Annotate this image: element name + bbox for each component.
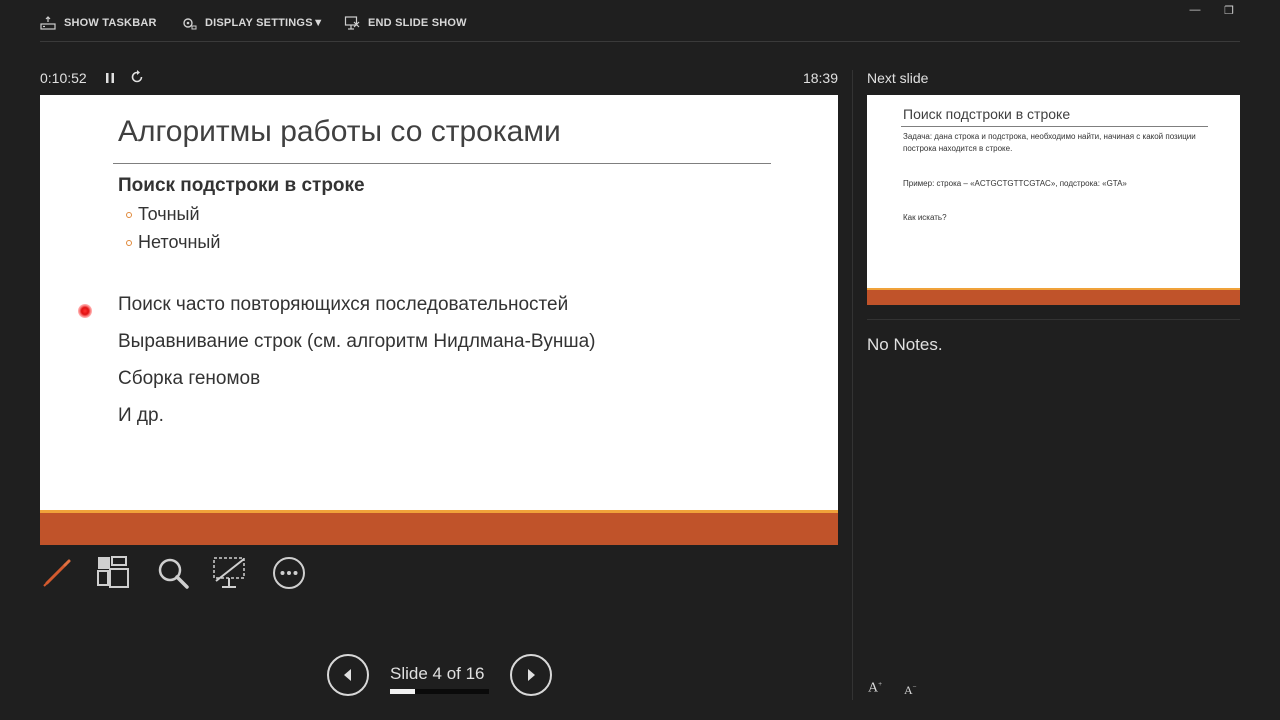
- bullet-icon: [126, 211, 132, 218]
- laser-pointer: [78, 304, 92, 318]
- see-all-slides-icon: [97, 556, 129, 588]
- plus-marker: +: [878, 680, 883, 688]
- end-slide-show-label: END SLIDE SHOW: [368, 17, 467, 29]
- current-slide[interactable]: Алгоритмы работы со строками Поиск подст…: [40, 95, 838, 545]
- elapsed-timer: 0:10:52: [40, 70, 87, 86]
- decrease-font-button[interactable]: A−: [904, 683, 917, 698]
- slide-subitem-text: Точный: [138, 204, 200, 224]
- current-time: 18:39: [802, 70, 838, 86]
- minimize-button[interactable]: —: [1186, 4, 1204, 20]
- display-settings-text: DISPLAY SETTINGS: [205, 17, 313, 29]
- restart-timer-button[interactable]: [129, 69, 145, 85]
- bullet-icon: [126, 239, 132, 246]
- next-slide-text: Задача: дана строка и подстрока, необход…: [903, 132, 1196, 153]
- see-all-slides-button[interactable]: [96, 555, 132, 591]
- triangle-right-icon: [528, 669, 535, 681]
- pause-timer-button[interactable]: [103, 70, 117, 86]
- next-slide-title: Поиск подстроки в строке: [903, 106, 1071, 122]
- slide-progress-fill: [390, 689, 415, 694]
- restart-icon: [131, 70, 143, 83]
- decrease-font-icon: A: [904, 683, 913, 697]
- display-settings-label: DISPLAY SETTINGS▼: [205, 17, 324, 29]
- notes-divider[interactable]: [867, 319, 1240, 320]
- next-slide-text: Как искать?: [903, 213, 947, 222]
- toolbar-divider: [40, 41, 1240, 42]
- slide-title: Алгоритмы работы со строками: [118, 115, 561, 148]
- slide-footer-bar: [40, 513, 838, 545]
- slide-counter[interactable]: Slide 4 of 16: [390, 664, 490, 684]
- slide-subitem: Точный: [126, 204, 365, 225]
- slide-point: Поиск часто повторяющихся последовательн…: [118, 294, 569, 315]
- more-options-icon: [273, 557, 305, 589]
- black-screen-icon: [213, 557, 245, 588]
- more-options-button[interactable]: [271, 555, 307, 591]
- slide-subitem-text: Неточный: [138, 232, 221, 252]
- slide-point: И др.: [118, 405, 164, 426]
- slide-point: Выравнивание строк (см. алгоритм Нидлман…: [118, 331, 596, 352]
- chevron-down-icon: ▼: [312, 17, 324, 29]
- presenter-toolbar: SHOW TASKBAR DISPLAY SETTINGS▼ END SLIDE…: [0, 0, 1280, 42]
- increase-font-icon: A: [868, 680, 879, 696]
- next-slide-button[interactable]: [510, 654, 552, 696]
- next-slide-preview[interactable]: Поиск подстроки в строке Задача: дана ст…: [867, 95, 1240, 305]
- slide-body: Поиск подстроки в строке Точный Неточный…: [118, 173, 596, 426]
- next-slide-title-rule: [901, 126, 1208, 127]
- slide-title-rule: [113, 163, 771, 164]
- slide-point: Сборка геномов: [118, 368, 261, 389]
- slide-subitem: Неточный: [126, 232, 365, 253]
- pen-icon: [43, 559, 71, 587]
- triangle-left-icon: [344, 669, 351, 681]
- panel-divider[interactable]: [852, 70, 853, 700]
- next-slide-footer-bar: [867, 290, 1240, 305]
- slide-heading: Поиск подстроки в строке: [118, 175, 365, 196]
- restore-button[interactable]: ❐: [1220, 4, 1238, 20]
- end-slide-show-button[interactable]: END SLIDE SHOW: [344, 14, 467, 32]
- increase-font-button[interactable]: A+: [868, 680, 882, 697]
- show-taskbar-label: SHOW TASKBAR: [64, 17, 157, 29]
- minus-marker: −: [912, 683, 917, 691]
- display-settings-button[interactable]: DISPLAY SETTINGS▼: [181, 14, 324, 32]
- taskbar-icon: [40, 16, 56, 30]
- pause-icon: [106, 73, 114, 83]
- display-settings-icon: [183, 18, 197, 30]
- previous-slide-button[interactable]: [327, 654, 369, 696]
- show-taskbar-button[interactable]: SHOW TASKBAR: [40, 14, 157, 32]
- next-slide-text: Пример: строка – «ACTGCTGTTCGTAC», подст…: [903, 179, 1127, 188]
- zoom-button[interactable]: [155, 555, 191, 591]
- speaker-notes: No Notes.: [867, 335, 943, 354]
- slide-progress-bar: [390, 689, 489, 694]
- next-slide-label: Next slide: [867, 70, 929, 86]
- pen-tool-button[interactable]: [39, 555, 75, 591]
- zoom-icon: [158, 558, 189, 589]
- end-slide-show-icon: [344, 16, 360, 30]
- black-screen-button[interactable]: [212, 555, 248, 591]
